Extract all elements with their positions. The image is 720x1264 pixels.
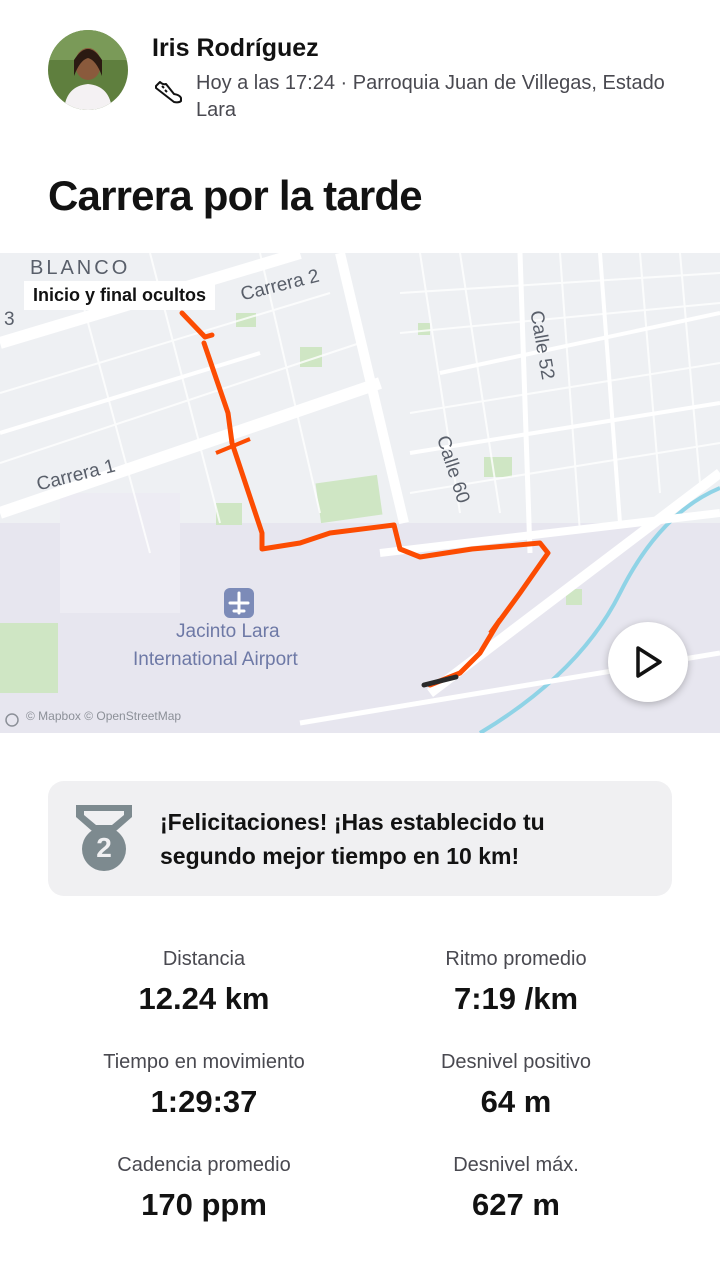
stat-moving-time: Tiempo en movimiento 1:29:37 bbox=[54, 1048, 354, 1120]
map-label-edge-number: 3 bbox=[4, 309, 15, 330]
stat-cadence: Cadencia promedio 170 ppm bbox=[54, 1151, 354, 1223]
activity-meta: Hoy a las 17:24 · Parroquia Juan de Vill… bbox=[196, 72, 665, 121]
stat-label: Desnivel positivo bbox=[440, 1051, 592, 1073]
map-label-district: BLANCO bbox=[30, 257, 131, 279]
stat-value: 627 m bbox=[472, 1187, 560, 1222]
play-flyover-button[interactable] bbox=[608, 622, 688, 702]
privacy-tag: Inicio y final ocultos bbox=[24, 281, 216, 310]
stat-distance: Distancia 12.24 km bbox=[54, 945, 354, 1017]
stat-label: Distancia bbox=[162, 948, 246, 970]
running-shoe-icon bbox=[152, 76, 184, 108]
stat-value: 7:19 /km bbox=[453, 981, 579, 1016]
map-label-airport-line1: Jacinto Lara bbox=[176, 621, 280, 642]
stat-value: 64 m bbox=[480, 1084, 552, 1119]
stat-max-elevation: Desnivel máx. 627 m bbox=[366, 1151, 666, 1223]
stat-label: Desnivel máx. bbox=[453, 1154, 579, 1176]
map-label-airport-line2: International Airport bbox=[133, 649, 298, 670]
stat-value: 170 ppm bbox=[141, 1187, 267, 1222]
athlete-name[interactable]: Iris Rodríguez bbox=[152, 34, 319, 63]
medal-icon: 2 bbox=[72, 803, 136, 873]
stat-elevation-gain: Desnivel positivo 64 m bbox=[366, 1048, 666, 1120]
stat-label: Ritmo promedio bbox=[445, 948, 587, 970]
stat-value: 12.24 km bbox=[138, 981, 270, 1016]
stat-pace: Ritmo promedio 7:19 /km bbox=[366, 945, 666, 1017]
activity-header: Iris Rodríguez Hoy a las 17:24 · Parroqu… bbox=[48, 30, 688, 130]
stat-value: 1:29:37 bbox=[150, 1084, 258, 1119]
medal-rank: 2 bbox=[96, 832, 112, 863]
activity-title: Carrera por la tarde bbox=[48, 172, 423, 219]
stat-label: Cadencia promedio bbox=[117, 1154, 291, 1176]
stat-label: Tiempo en movimiento bbox=[103, 1051, 305, 1073]
achievement-message: ¡Felicitaciones! ¡Has establecido tu seg… bbox=[160, 809, 545, 869]
play-icon bbox=[636, 646, 662, 678]
avatar[interactable] bbox=[48, 30, 128, 110]
achievement-banner[interactable]: 2 ¡Felicitaciones! ¡Has establecido tu s… bbox=[48, 781, 672, 896]
route-map[interactable]: Inicio y final ocultos BLANCO Carrera 2 … bbox=[0, 253, 720, 733]
map-attribution[interactable]: © Mapbox © OpenStreetMap bbox=[26, 709, 181, 723]
